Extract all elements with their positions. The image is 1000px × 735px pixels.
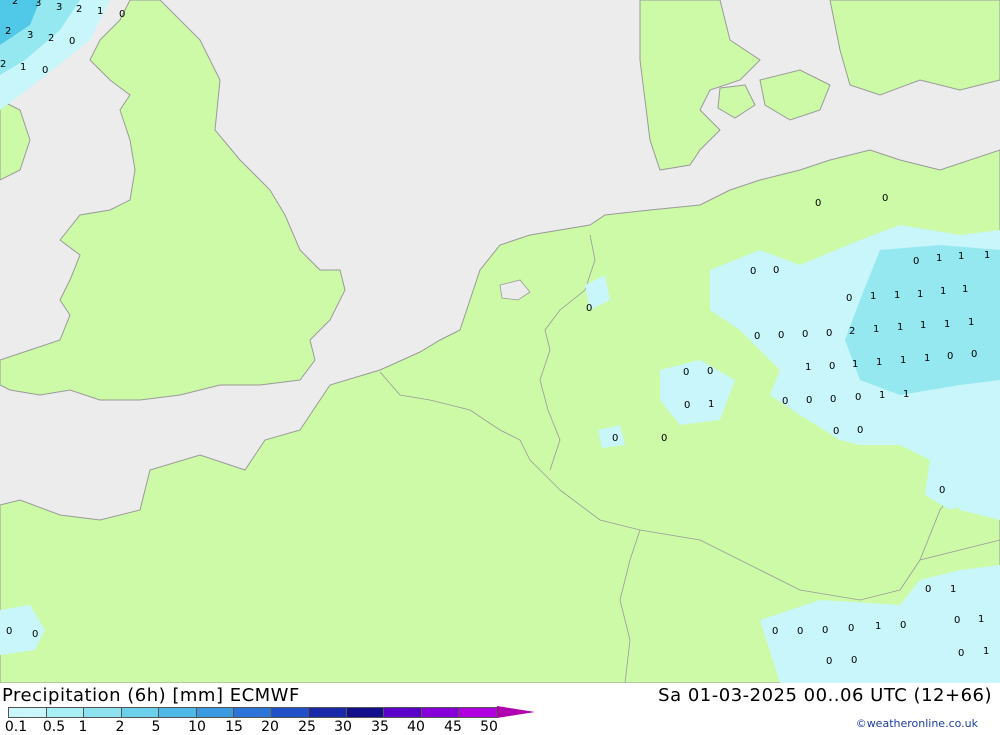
precip-value: 0	[826, 328, 832, 339]
precip-value: 1	[940, 286, 946, 297]
site-credit[interactable]: ©weatheronline.co.uk	[856, 717, 978, 730]
precip-value: 0	[954, 615, 960, 626]
precip-value: 0	[797, 626, 803, 637]
precip-value: 0	[829, 361, 835, 372]
precip-value: 1	[900, 355, 906, 366]
precip-value: 2	[12, 0, 18, 7]
precip-value: 0	[778, 330, 784, 341]
scale-swatch	[158, 707, 196, 718]
precip-value: 2	[5, 26, 11, 37]
precip-value: 0	[707, 366, 713, 377]
precip-value: 0	[826, 656, 832, 667]
precip-value: 1	[97, 6, 103, 17]
precip-value: 1	[876, 357, 882, 368]
precip-value: 0	[42, 65, 48, 76]
precip-value: 0	[684, 400, 690, 411]
scale-swatch	[270, 707, 308, 718]
precip-value: 3	[56, 2, 62, 13]
precip-value: 0	[802, 329, 808, 340]
precip-value: 0	[851, 655, 857, 666]
precip-value: 0	[69, 36, 75, 47]
precip-value: 1	[870, 291, 876, 302]
precip-value: 0	[846, 293, 852, 304]
precip-value: 3	[27, 30, 33, 41]
precip-value: 0	[6, 626, 12, 637]
scale-swatch	[458, 707, 497, 718]
scale-swatch	[345, 707, 383, 718]
precip-value: 0	[32, 629, 38, 640]
precip-value: 0	[586, 303, 592, 314]
precip-value: 1	[936, 253, 942, 264]
precip-value: 1	[852, 359, 858, 370]
precip-value: 0	[782, 396, 788, 407]
precip-value: 2	[76, 4, 82, 15]
scale-swatch	[383, 707, 421, 718]
color-scale	[8, 706, 535, 718]
scale-swatch	[120, 707, 158, 718]
scale-arrow	[496, 706, 535, 718]
precip-value: 1	[873, 324, 879, 335]
precip-value: 0	[750, 266, 756, 277]
scale-swatch	[83, 707, 121, 718]
precip-value: 1	[978, 614, 984, 625]
precip-value: 0	[822, 625, 828, 636]
scale-swatch	[233, 707, 271, 718]
precip-value: 0	[612, 433, 618, 444]
precip-value: 0	[882, 193, 888, 204]
precip-value: 0	[830, 394, 836, 405]
precip-value: 1	[917, 289, 923, 300]
precip-value: 1	[20, 62, 26, 73]
precip-value: 1	[958, 251, 964, 262]
precip-value: 0	[833, 426, 839, 437]
precip-value: 1	[924, 353, 930, 364]
scale-swatch	[195, 707, 233, 718]
precip-value: 0	[947, 351, 953, 362]
precip-value: 0	[119, 9, 125, 20]
precip-value: 1	[708, 399, 714, 410]
precip-value: 2	[48, 33, 54, 44]
scale-swatch	[308, 707, 346, 718]
precip-value: 0	[806, 395, 812, 406]
precip-value: 2	[849, 326, 855, 337]
precip-value: 0	[848, 623, 854, 634]
precip-value: 1	[875, 621, 881, 632]
product-title: Precipitation (6h) [mm] ECMWF	[2, 685, 300, 706]
precip-value: 0	[815, 198, 821, 209]
scale-swatch	[420, 707, 458, 718]
precip-value: 1	[968, 317, 974, 328]
precip-value: 0	[855, 392, 861, 403]
precip-value: 1	[903, 389, 909, 400]
precip-value: 1	[962, 284, 968, 295]
scale-swatch	[45, 707, 83, 718]
precip-value: 0	[683, 367, 689, 378]
precip-value: 0	[900, 620, 906, 631]
precip-value: 0	[939, 485, 945, 496]
precip-value: 1	[805, 362, 811, 373]
precip-value: 1	[983, 646, 989, 657]
precip-value: 1	[897, 322, 903, 333]
precip-value: 1	[920, 320, 926, 331]
precip-value: 0	[754, 331, 760, 342]
precip-value: 0	[772, 626, 778, 637]
precipitation-map: 2 3 3 2 1 0 2 3 2 0 2 1 0 0 0 0 0 0 1 1 …	[0, 0, 1000, 683]
precip-value: 0	[971, 349, 977, 360]
scale-labels: 0.1 0.5 1 2 5 10 15 20 25 30 35 40 45 50	[0, 719, 540, 735]
precip-value: 1	[950, 584, 956, 595]
precip-value: 0	[661, 433, 667, 444]
precip-value: 0	[913, 256, 919, 267]
precip-value: 3	[35, 0, 41, 9]
precip-value: 0	[925, 584, 931, 595]
precip-value: 1	[894, 290, 900, 301]
scale-swatch	[8, 707, 46, 718]
precip-value: 1	[944, 319, 950, 330]
precip-value: 0	[958, 648, 964, 659]
precip-value: 1	[984, 250, 990, 261]
map-footer: Precipitation (6h) [mm] ECMWF Sa 01-03-2…	[0, 683, 1000, 735]
precip-value: 0	[857, 425, 863, 436]
precip-value: 2	[0, 59, 6, 70]
valid-time: Sa 01-03-2025 00..06 UTC (12+66)	[658, 685, 992, 706]
precip-value: 0	[773, 265, 779, 276]
precip-value: 1	[879, 390, 885, 401]
